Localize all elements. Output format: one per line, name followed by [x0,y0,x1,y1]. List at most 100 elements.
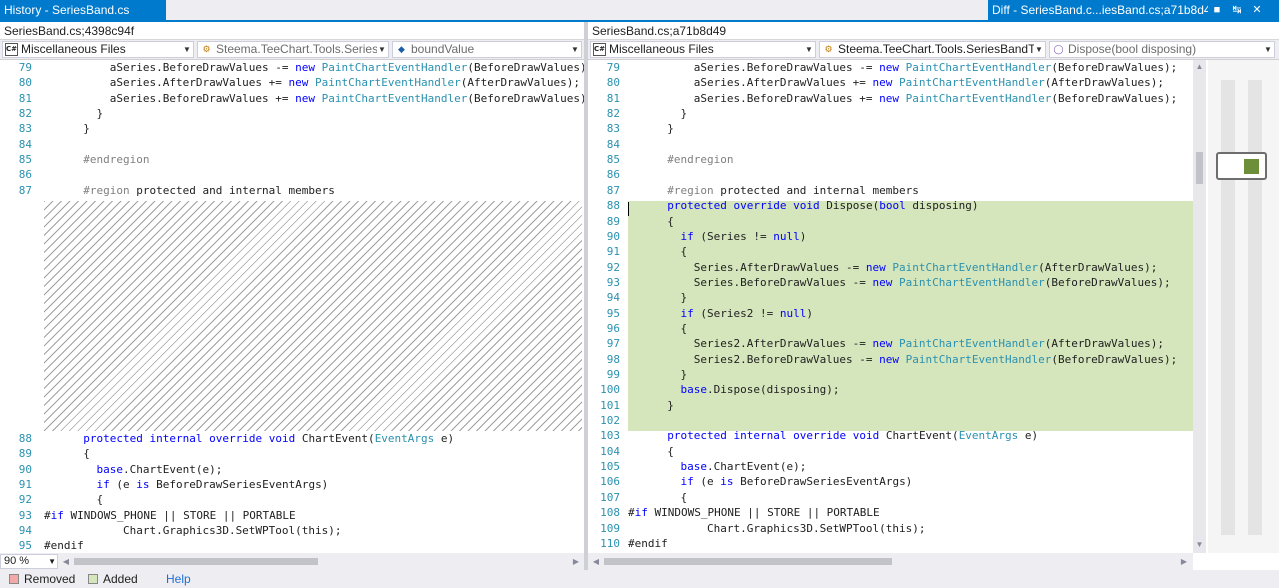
code-line: 86 [0,167,584,182]
code-line: 80 aSeries.AfterDrawValues += new PaintC… [588,75,1193,90]
right-scroll-thumb[interactable] [604,558,892,565]
line-number: 88 [606,199,620,213]
right-type-label: Steema.TeeChart.Tools.SeriesBandTo [838,42,1041,56]
line-number: 105 [600,460,620,474]
line-text: { [654,490,688,504]
right-project-combo[interactable]: C# Miscellaneous Files ▼ [590,41,816,58]
chevron-down-icon: ▼ [804,42,814,57]
close-icon[interactable]: ✕ [1250,0,1264,20]
right-project-label: Miscellaneous Files [609,42,714,56]
left-project-label: Miscellaneous Files [21,42,126,56]
zoom-combo[interactable]: 90 % ▼ [0,554,58,569]
overview-left-track [1221,80,1235,535]
scroll-left-icon[interactable]: ◀ [590,553,602,570]
pin-icon[interactable]: ■ [1210,0,1224,20]
tab-diff-label: Diff - SeriesBand.c...iesBand.cs;a71b8d4… [992,3,1208,17]
line-number: 82 [606,107,620,121]
right-type-combo[interactable]: ⚙ Steema.TeeChart.Tools.SeriesBandTo ▼ [819,41,1046,58]
line-text: #region protected and internal members [83,183,335,197]
line-number: 87 [18,183,32,197]
line-text: protected internal override void ChartEv… [667,429,1039,443]
line-number: 90 [18,462,32,476]
line-text: aSeries.BeforeDrawValues += new PaintCha… [654,91,1178,105]
code-line: 104 { [588,444,1193,459]
code-line: 81 aSeries.BeforeDrawValues += new Paint… [0,91,584,106]
diff-overview-map[interactable] [1208,60,1279,553]
overview-added-marker [1244,159,1259,174]
scroll-down-icon[interactable]: ▼ [1193,538,1206,551]
line-text: } [70,122,90,136]
line-text: Chart.Graphics3D.SetWPTool(this); [70,524,342,538]
line-number: 89 [606,214,620,228]
line-number: 107 [600,490,620,504]
code-line: 86 [588,167,1193,182]
line-text: if (e is BeforeDrawSeriesEventArgs) [96,478,329,492]
restore-icon[interactable]: ↹ [1230,0,1244,20]
code-line: 91 if (e is BeforeDrawSeriesEventArgs) [0,477,584,492]
right-navigation-bar: C# Miscellaneous Files ▼ ⚙ Steema.TeeCha… [588,40,1279,60]
removed-placeholder-hatch [44,201,582,431]
overview-viewport-lens[interactable] [1216,152,1267,180]
line-text: if (e is BeforeDrawSeriesEventArgs) [680,475,913,489]
right-vertical-scroll-thumb[interactable] [1196,152,1203,184]
right-member-combo[interactable]: ◯ Dispose(bool disposing) ▼ [1049,41,1275,58]
left-scroll-thumb[interactable] [74,558,318,565]
left-project-combo[interactable]: C# Miscellaneous Files ▼ [2,41,194,58]
code-line: 95 #endif [0,538,584,553]
left-diff-pane: SeriesBand.cs;4398c94f C# Miscellaneous … [0,22,584,570]
code-line: 89 { [0,446,584,461]
line-number: 95 [18,539,32,553]
right-horizontal-scrollbar[interactable]: ◀ ▶ [588,553,1193,570]
scroll-left-icon[interactable]: ◀ [60,553,72,570]
line-number: 89 [18,447,32,461]
line-text: #endregion [667,153,734,167]
right-vertical-scrollbar[interactable]: ▲ ▼ [1193,60,1206,553]
code-line: 90 base.ChartEvent(e); [0,462,584,477]
left-navigation-bar: C# Miscellaneous Files ▼ ⚙ Steema.TeeCha… [0,40,584,60]
removed-legend-label: Removed [24,572,76,586]
scroll-right-icon[interactable]: ▶ [1178,553,1190,570]
line-text: #if WINDOWS_PHONE || STORE || PORTABLE [628,506,880,520]
code-line: 82 } [0,106,584,121]
chevron-down-icon: ▼ [182,42,192,57]
line-number: 86 [18,168,32,182]
line-text: #if WINDOWS_PHONE || STORE || PORTABLE [44,508,296,522]
line-text: #region protected and internal members [667,183,919,197]
left-member-combo[interactable]: ◆ boundValue ▼ [392,41,582,58]
line-text: #endif [628,536,668,550]
line-number: 95 [606,306,620,320]
left-code-editor[interactable]: 79 aSeries.BeforeDrawValues -= new Paint… [0,60,584,553]
code-line: 91 { [588,244,1193,259]
line-number: 108 [600,506,620,520]
line-text: Series.BeforeDrawValues -= new PaintChar… [654,275,1171,289]
right-file-title: SeriesBand.cs;a71b8d49 [588,22,1279,40]
line-number: 79 [606,61,620,74]
tab-history[interactable]: History - SeriesBand.cs [0,0,166,20]
left-type-combo[interactable]: ⚙ Steema.TeeChart.Tools.SeriesB ▼ [197,41,389,58]
line-number: 103 [600,429,620,443]
overview-right-track [1248,80,1262,535]
left-member-label: boundValue [411,42,475,56]
line-number: 99 [606,368,620,381]
right-code-editor[interactable]: 79 aSeries.BeforeDrawValues -= new Paint… [588,60,1193,553]
line-number: 100 [600,383,620,397]
line-number: 104 [600,444,620,458]
code-line: 79 aSeries.BeforeDrawValues -= new Paint… [588,60,1193,75]
tab-diff[interactable]: Diff - SeriesBand.c...iesBand.cs;a71b8d4… [988,0,1279,20]
line-text: if (Series2 != null) [680,306,813,320]
line-text: aSeries.AfterDrawValues += new PaintChar… [654,76,1164,90]
field-icon: ◆ [398,44,405,54]
code-line: 94 Chart.Graphics3D.SetWPTool(this); [0,523,584,538]
line-text: Series.AfterDrawValues -= new PaintChart… [654,260,1158,274]
scroll-right-icon[interactable]: ▶ [570,553,582,570]
code-line: 90 if (Series != null) [588,229,1193,244]
left-horizontal-scrollbar[interactable]: 90 % ▼ ◀ ▶ [0,553,584,570]
line-text: aSeries.BeforeDrawValues += new PaintCha… [70,91,584,105]
line-text: aSeries.BeforeDrawValues -= new PaintCha… [70,61,584,74]
help-link[interactable]: Help [166,570,191,588]
line-text: #endregion [83,153,150,167]
scroll-up-icon[interactable]: ▲ [1193,60,1206,73]
line-text: { [654,245,688,259]
code-line: 89 { [588,214,1193,229]
line-number: 80 [606,76,620,90]
